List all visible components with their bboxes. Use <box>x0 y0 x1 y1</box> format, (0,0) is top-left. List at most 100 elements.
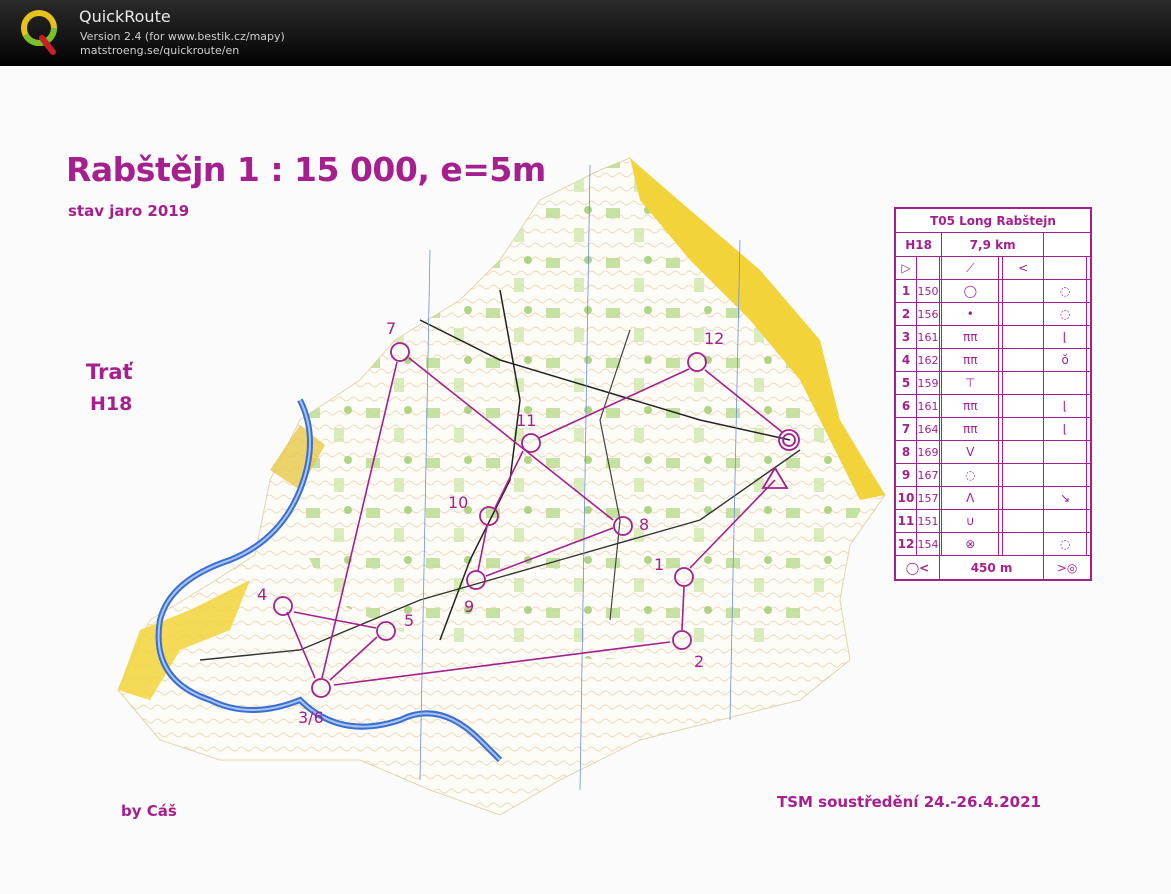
control-number: 3 <box>895 325 917 349</box>
category-label: H18 <box>90 393 133 415</box>
finish-distance: 450 m <box>938 555 1045 580</box>
control-label-10: 10 <box>448 493 468 512</box>
description-row: 5 159 ⊤ <box>895 371 1091 395</box>
description-row: 4 162 ππ ŏ <box>895 348 1091 372</box>
vegetation-texture <box>290 158 870 660</box>
other-info <box>1086 348 1091 372</box>
location-symbol-icon: ⌊ <box>1043 417 1088 441</box>
dimensions <box>1002 394 1045 418</box>
control-number: 9 <box>895 463 917 487</box>
location-symbol-icon <box>1043 440 1088 464</box>
control-code: 161 <box>916 325 940 349</box>
description-rows: 1 150 ◯ ◌ 2 156 • ◌ 3 161 ππ ⌊ 4 162 ππ ŏ 5 159 ⊤ 6 161 ππ ⌊ 7 1… <box>895 279 1091 556</box>
start-symbol-icon: ▷ <box>895 256 917 280</box>
dimensions <box>1002 325 1045 349</box>
description-row: 9 167 ◌ <box>895 463 1091 487</box>
dimensions <box>1002 279 1045 303</box>
location-symbol-icon: ◌ <box>1043 302 1088 326</box>
control-label-12: 12 <box>704 329 724 348</box>
dimensions <box>1002 348 1045 372</box>
control-number: 4 <box>895 348 917 372</box>
control-number: 2 <box>895 302 917 326</box>
other-info <box>1086 532 1091 556</box>
control-label-5: 5 <box>404 611 414 630</box>
start-direction-icon: < <box>1002 256 1045 280</box>
control-code: 150 <box>916 279 940 303</box>
event-label: TSM soustředění 24.-26.4.2021 <box>777 793 1041 811</box>
control-number: 7 <box>895 417 917 441</box>
other-info <box>1086 394 1091 418</box>
location-symbol-icon <box>1043 463 1088 487</box>
description-title: T05 Long Rabštejn <box>895 208 1091 233</box>
description-length: 7,9 km <box>941 232 1045 257</box>
dimensions <box>1002 509 1045 533</box>
control-code: 156 <box>916 302 940 326</box>
control-number: 6 <box>895 394 917 418</box>
description-category: H18 <box>894 232 943 257</box>
course-label: Trať <box>86 360 133 384</box>
other-info <box>1086 417 1091 441</box>
other-info <box>1086 486 1091 510</box>
other-info <box>1086 325 1091 349</box>
description-row: 11 151 ∪ <box>895 509 1091 533</box>
description-row: 8 169 V <box>895 440 1091 464</box>
dimensions <box>1002 440 1045 464</box>
other-info <box>1086 463 1091 487</box>
feature-symbol-icon: ◌ <box>941 463 1000 487</box>
location-symbol-icon: ◌ <box>1043 532 1088 556</box>
description-blank <box>1043 232 1091 257</box>
finish-circle-icon: >◎ <box>1043 555 1091 580</box>
control-code: 154 <box>916 532 940 556</box>
control-code: 167 <box>916 463 940 487</box>
dimensions <box>1002 532 1045 556</box>
other-info <box>1086 371 1091 395</box>
map-title: Rabštějn 1 : 15 000, e=5m <box>66 150 546 189</box>
control-number: 5 <box>895 371 917 395</box>
control-label-1: 1 <box>654 555 664 574</box>
map-subtitle: stav jaro 2019 <box>68 202 190 220</box>
control-number: 11 <box>895 509 917 533</box>
feature-symbol-icon: ⊗ <box>941 532 1000 556</box>
location-symbol-icon: ⌊ <box>1043 394 1088 418</box>
control-code: 169 <box>916 440 940 464</box>
feature-symbol-icon: ππ <box>941 394 1000 418</box>
control-number: 8 <box>895 440 917 464</box>
feature-symbol-icon: V <box>941 440 1000 464</box>
feature-symbol-icon: • <box>941 302 1000 326</box>
control-label-2: 2 <box>694 652 704 671</box>
feature-symbol-icon: ππ <box>941 417 1000 441</box>
location-symbol-icon: ŏ <box>1043 348 1088 372</box>
other-info <box>1086 302 1091 326</box>
control-label-4: 4 <box>257 585 267 604</box>
feature-symbol-icon: ◯ <box>941 279 1000 303</box>
start-feature-icon: ⟋ <box>941 256 1000 280</box>
control-code: 157 <box>916 486 940 510</box>
description-row: 6 161 ππ ⌊ <box>895 394 1091 418</box>
location-symbol-icon: ↘ <box>1043 486 1088 510</box>
description-row: 2 156 • ◌ <box>895 302 1091 326</box>
dimensions <box>1002 371 1045 395</box>
location-symbol-icon <box>1043 371 1088 395</box>
dimensions <box>1002 417 1045 441</box>
description-row: 10 157 Λ ↘ <box>895 486 1091 510</box>
feature-symbol-icon: ππ <box>941 348 1000 372</box>
finish-symbol-icon: ◯< <box>895 555 940 580</box>
other-info <box>1086 509 1091 533</box>
control-number: 1 <box>895 279 917 303</box>
control-code: 159 <box>916 371 940 395</box>
location-symbol-icon: ◌ <box>1043 279 1088 303</box>
description-row: 3 161 ππ ⌊ <box>895 325 1091 349</box>
feature-symbol-icon: ππ <box>941 325 1000 349</box>
feature-symbol-icon: Λ <box>941 486 1000 510</box>
feature-symbol-icon: ⊤ <box>941 371 1000 395</box>
control-label-9: 9 <box>464 597 474 616</box>
control-code: 161 <box>916 394 940 418</box>
other-info <box>1086 279 1091 303</box>
control-code: 164 <box>916 417 940 441</box>
location-symbol-icon <box>1043 509 1088 533</box>
feature-symbol-icon: ∪ <box>941 509 1000 533</box>
location-symbol-icon: ⌊ <box>1043 325 1088 349</box>
control-label-11: 11 <box>516 411 536 430</box>
control-label-8: 8 <box>639 515 649 534</box>
dimensions <box>1002 486 1045 510</box>
